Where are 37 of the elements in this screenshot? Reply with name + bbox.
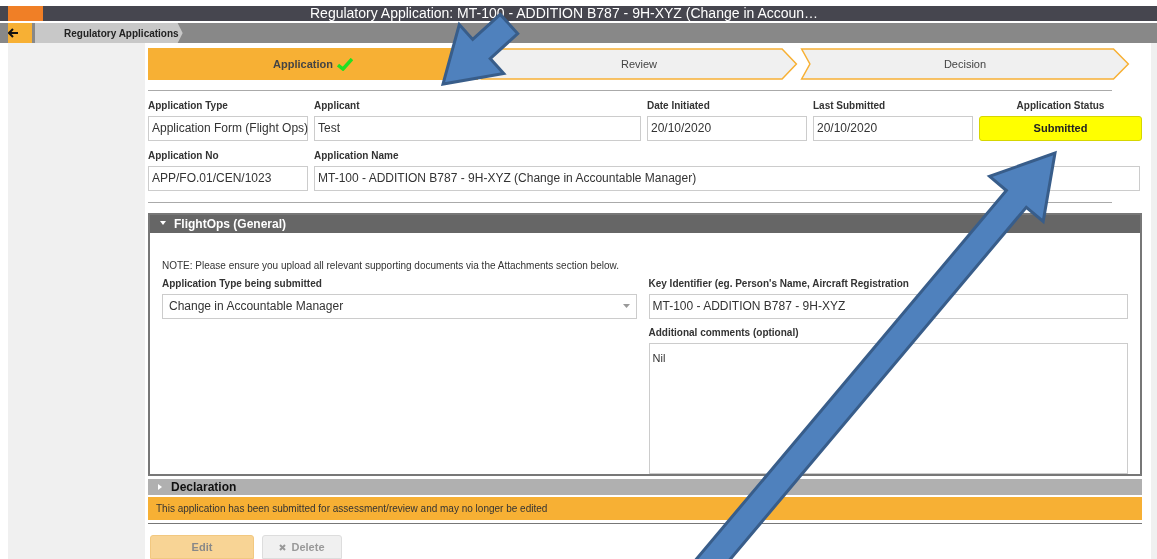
field-label: Last Submitted xyxy=(813,98,887,113)
window-title: Regulatory Application: MT-100 - ADDITION B787 - 9H-XYZ (Change in Accoun… xyxy=(310,6,819,21)
status-badge: Submitted xyxy=(979,115,1142,141)
step-tab[interactable]: Application xyxy=(148,48,478,80)
caret-icon xyxy=(158,484,163,491)
field-label: Key Identifier (eg. Person's Name, Aircraft Registration xyxy=(648,276,910,291)
breadcrumb-link[interactable]: Regulatory Applications xyxy=(35,23,183,43)
field-label: Applicant xyxy=(314,98,361,113)
text-field[interactable]: Test xyxy=(314,115,641,141)
section-header[interactable]: Declaration xyxy=(148,479,1142,495)
dropdown-field[interactable]: Change in Accountable Manager xyxy=(162,293,637,319)
dropdown-caret-icon xyxy=(622,304,630,309)
note-text: NOTE: Please ensure you upload all relevant supporting documents via the Attachments section below. xyxy=(162,258,620,273)
field-label: Date Initiated xyxy=(647,98,711,113)
message-bar: This application has been submitted for assessment/review and may no longer be edited xyxy=(148,496,1142,521)
back-button[interactable] xyxy=(8,23,32,43)
back-arrow-icon xyxy=(8,28,18,38)
text-field[interactable]: 20/10/2020 xyxy=(813,115,973,141)
close-icon xyxy=(279,543,287,551)
section-header[interactable]: FlightOps (General) xyxy=(150,214,1140,233)
text-field[interactable]: APP/FO.01/CEN/1023 xyxy=(148,165,308,191)
check-icon xyxy=(336,57,353,71)
text-field[interactable]: MT-100 - ADDITION B787 - 9H-XYZ xyxy=(648,293,1128,319)
brand-block xyxy=(8,6,43,21)
field-label: Additional comments (optional) xyxy=(648,325,800,340)
step-tab[interactable]: Review xyxy=(480,48,798,80)
caret-icon xyxy=(160,221,166,227)
field-label: Application Type being submitted xyxy=(162,276,323,291)
field-label: Application Status xyxy=(1015,98,1106,113)
comments-textarea[interactable]: Nil xyxy=(648,342,1128,474)
text-field[interactable]: Application Form (Flight Ops) xyxy=(148,115,308,141)
step-tab[interactable]: Decision xyxy=(800,48,1130,80)
field-label: Application Type xyxy=(148,98,229,113)
text-field[interactable]: MT-100 - ADDITION B787 - 9H-XYZ (Change in Accountable Manager) xyxy=(314,165,1140,191)
text-field[interactable]: 20/10/2020 xyxy=(647,115,807,141)
field-label: Application Name xyxy=(314,148,400,163)
field-label: Application No xyxy=(148,148,220,163)
